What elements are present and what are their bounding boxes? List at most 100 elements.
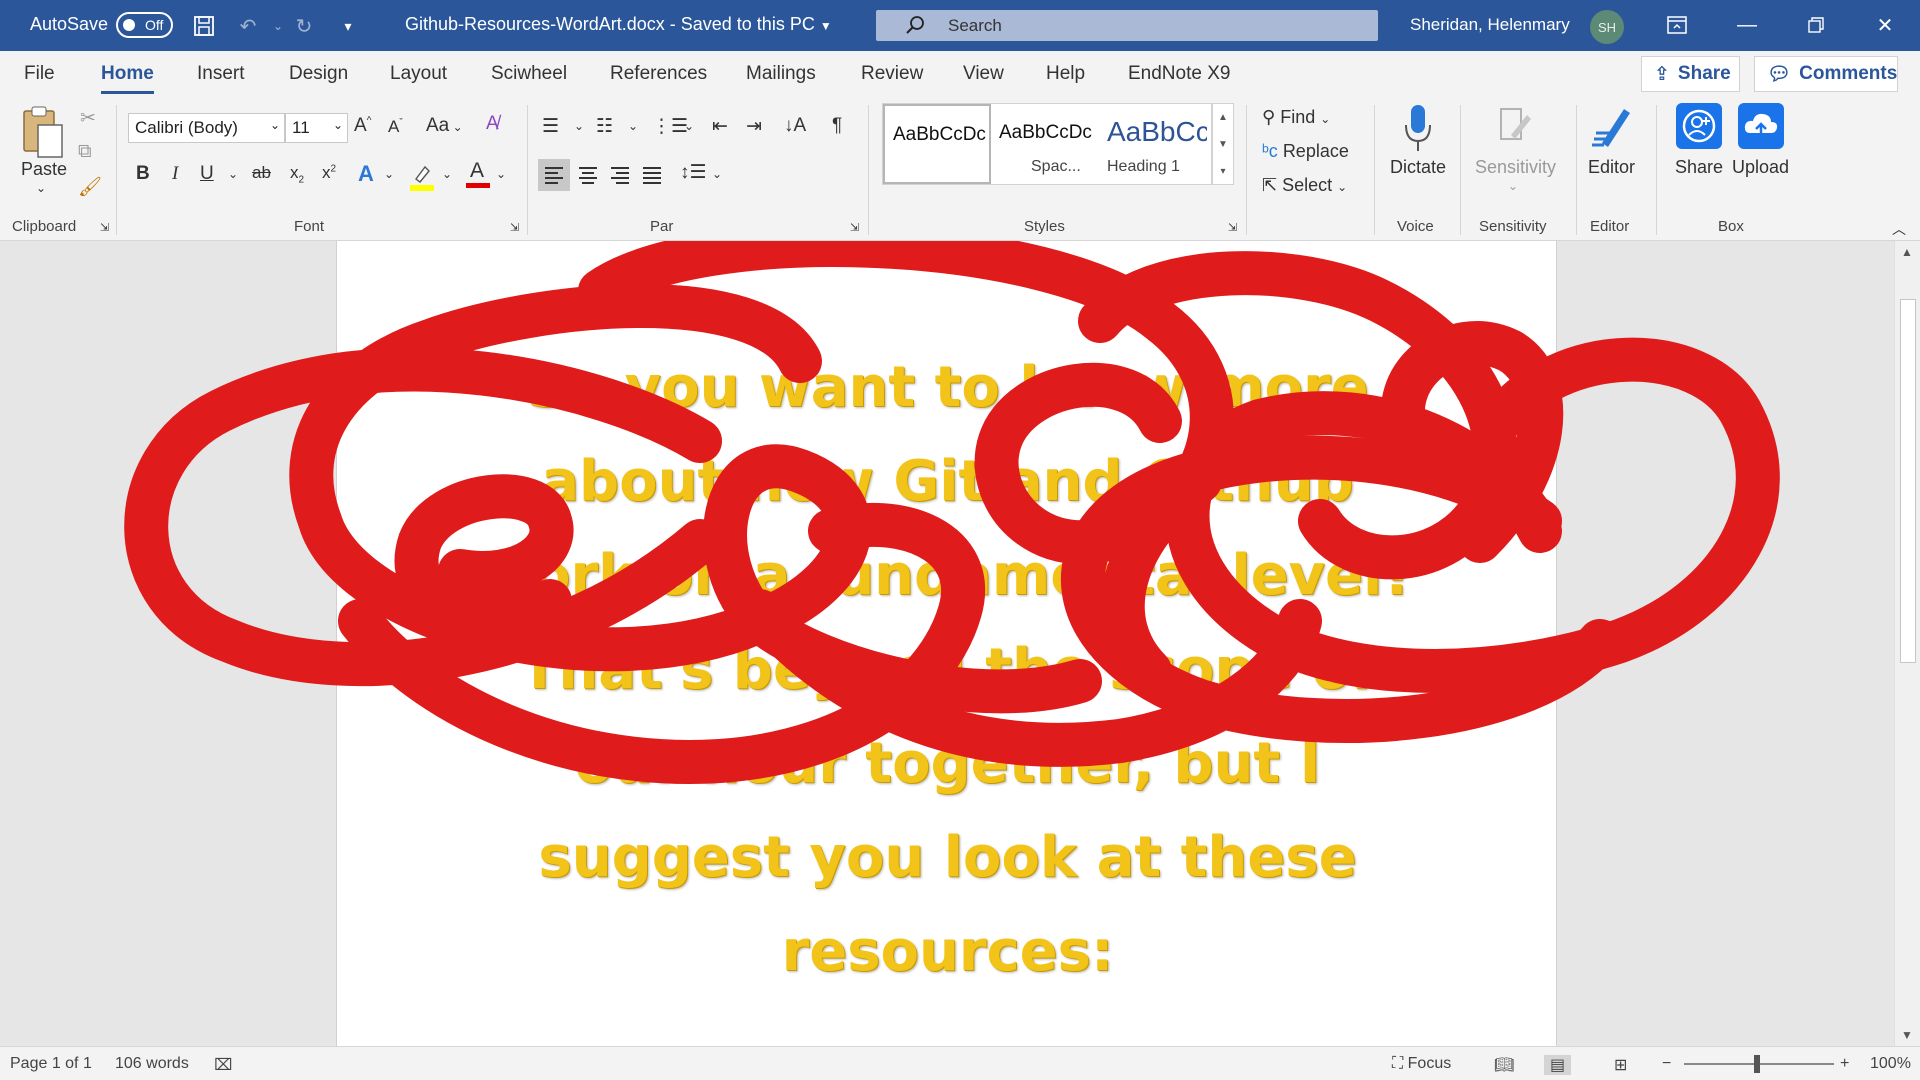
tab-review[interactable]: Review bbox=[861, 63, 923, 85]
font-color-dropdown-icon[interactable]: ⌄ bbox=[496, 167, 506, 181]
web-layout-icon[interactable]: ⊞ bbox=[1614, 1055, 1627, 1075]
sort-icon[interactable]: ↓A bbox=[784, 115, 806, 137]
tab-insert[interactable]: Insert bbox=[197, 63, 245, 85]
scroll-up-icon[interactable]: ▲ bbox=[1901, 245, 1913, 259]
scroll-down-icon[interactable]: ▼ bbox=[1901, 1028, 1913, 1042]
document-page[interactable]: So you want to know more about how Git a… bbox=[336, 241, 1557, 1046]
tab-view[interactable]: View bbox=[963, 63, 1004, 85]
restore-icon[interactable] bbox=[1793, 8, 1839, 42]
show-formatting-icon[interactable]: ¶ bbox=[832, 115, 842, 137]
read-mode-icon[interactable]: 📖︎ bbox=[1494, 1055, 1514, 1075]
box-share-button[interactable]: Share bbox=[1675, 157, 1723, 178]
tab-home[interactable]: Home bbox=[101, 63, 154, 94]
cut-icon[interactable]: ✂ bbox=[80, 107, 96, 130]
customize-toolbar-icon[interactable]: ▾ bbox=[334, 12, 362, 40]
sensitivity-dropdown-icon[interactable]: ⌄ bbox=[1508, 179, 1518, 193]
font-name-combo[interactable]: Calibri (Body) ⌄ bbox=[128, 113, 285, 143]
box-upload-button[interactable]: Upload bbox=[1732, 157, 1789, 178]
tab-endnote[interactable]: EndNote X9 bbox=[1128, 63, 1230, 85]
box-share-icon[interactable] bbox=[1676, 103, 1722, 149]
superscript-icon[interactable]: x2 bbox=[322, 163, 336, 183]
underline-dropdown-icon[interactable]: ⌄ bbox=[228, 167, 238, 181]
text-effects-icon[interactable]: A bbox=[358, 161, 374, 187]
dictate-button[interactable]: Dictate bbox=[1390, 157, 1446, 178]
scrollbar-thumb[interactable] bbox=[1900, 299, 1916, 663]
font-size-combo[interactable]: 11 ⌄ bbox=[285, 113, 348, 143]
styles-gallery[interactable]: AaBbCcDc AaBbCcDc Spac... AaBbCc Heading… bbox=[882, 103, 1212, 185]
sensitivity-icon[interactable] bbox=[1497, 105, 1533, 149]
align-center-icon[interactable] bbox=[572, 159, 604, 191]
styles-launcher-icon[interactable]: ⇲ bbox=[1228, 221, 1237, 234]
bullets-icon[interactable]: ☰ bbox=[542, 115, 559, 138]
vertical-scrollbar[interactable]: ▲ ▼ bbox=[1894, 241, 1920, 1046]
replace-button[interactable]: ᵇc Replace bbox=[1262, 141, 1349, 162]
avatar[interactable]: SH bbox=[1590, 10, 1624, 44]
undo-icon[interactable]: ↶ bbox=[234, 12, 262, 40]
align-left-icon[interactable] bbox=[538, 159, 570, 191]
multilevel-list-icon[interactable]: ⋮☰ bbox=[652, 115, 688, 138]
line-spacing-dropdown-icon[interactable]: ⌄ bbox=[712, 167, 722, 181]
increase-indent-icon[interactable]: ⇥ bbox=[746, 115, 762, 138]
highlight-icon[interactable] bbox=[410, 163, 434, 191]
font-launcher-icon[interactable]: ⇲ bbox=[510, 221, 519, 234]
style-heading-1[interactable]: AaBbCc Heading 1 bbox=[1099, 104, 1207, 184]
numbering-icon[interactable]: ☷ bbox=[596, 115, 613, 138]
document-area[interactable]: So you want to know more about how Git a… bbox=[0, 241, 1894, 1046]
document-title[interactable]: Github-Resources-WordArt.docx - Saved to… bbox=[405, 14, 832, 35]
clear-formatting-icon[interactable]: A̸ bbox=[486, 113, 499, 135]
subscript-icon[interactable]: x2 bbox=[290, 163, 304, 185]
sensitivity-button[interactable]: Sensitivity bbox=[1475, 157, 1556, 178]
undo-dropdown-icon[interactable]: ⌄ bbox=[264, 12, 292, 40]
tab-help[interactable]: Help bbox=[1046, 63, 1085, 85]
editor-icon[interactable] bbox=[1590, 103, 1636, 153]
change-case-button[interactable]: Aa ⌄ bbox=[426, 115, 463, 137]
comments-button[interactable]: 💬︎ Comments bbox=[1754, 56, 1898, 92]
text-effects-dropdown-icon[interactable]: ⌄ bbox=[384, 167, 394, 181]
minimize-icon[interactable]: — bbox=[1724, 8, 1770, 42]
copy-icon[interactable]: ⧉ bbox=[78, 141, 92, 163]
box-upload-icon[interactable] bbox=[1738, 103, 1784, 149]
tab-file[interactable]: File bbox=[24, 63, 55, 85]
tab-sciwheel[interactable]: Sciwheel bbox=[491, 63, 567, 85]
zoom-out-icon[interactable]: − bbox=[1662, 1055, 1671, 1073]
multilevel-dropdown-icon[interactable]: ⌄ bbox=[684, 119, 694, 133]
underline-icon[interactable]: U bbox=[200, 163, 214, 185]
bold-icon[interactable]: B bbox=[136, 163, 150, 185]
numbering-dropdown-icon[interactable]: ⌄ bbox=[628, 119, 638, 133]
clipboard-launcher-icon[interactable]: ⇲ bbox=[100, 221, 109, 234]
paste-dropdown-icon[interactable]: ⌄ bbox=[36, 181, 46, 195]
tab-references[interactable]: References bbox=[610, 63, 707, 85]
wordart-text[interactable]: So you want to know more about how Git a… bbox=[337, 341, 1558, 999]
search-box[interactable]: Search bbox=[876, 10, 1378, 41]
paste-button[interactable]: Paste bbox=[21, 159, 67, 180]
shrink-font-icon[interactable]: Aˇ bbox=[388, 117, 403, 137]
paste-icon[interactable] bbox=[20, 105, 64, 161]
styles-scroll[interactable]: ▲ ▼ ▾ bbox=[1212, 103, 1234, 185]
tab-mailings[interactable]: Mailings bbox=[746, 63, 816, 85]
style-no-spacing[interactable]: AaBbCcDc Spac... bbox=[991, 104, 1099, 184]
redo-icon[interactable]: ↻ bbox=[290, 12, 318, 40]
strikethrough-icon[interactable]: ab bbox=[252, 163, 271, 183]
paragraph-launcher-icon[interactable]: ⇲ bbox=[850, 221, 859, 234]
autosave-toggle[interactable]: Off bbox=[116, 12, 173, 38]
select-button[interactable]: ⇱ Select ⌄ bbox=[1262, 175, 1347, 196]
style-normal[interactable]: AaBbCcDc bbox=[883, 104, 991, 184]
editor-button[interactable]: Editor bbox=[1588, 157, 1635, 178]
proofing-icon[interactable]: ⌧ bbox=[214, 1055, 232, 1075]
justify-icon[interactable] bbox=[636, 159, 668, 191]
line-spacing-icon[interactable]: ↕☰ bbox=[680, 161, 707, 184]
dictate-microphone-icon[interactable] bbox=[1398, 103, 1438, 153]
page-count[interactable]: Page 1 of 1 bbox=[10, 1055, 92, 1073]
focus-button[interactable]: ⛶ Focus bbox=[1392, 1055, 1451, 1073]
decrease-indent-icon[interactable]: ⇤ bbox=[712, 115, 728, 138]
italic-icon[interactable]: I bbox=[172, 163, 178, 185]
ribbon-display-options-icon[interactable] bbox=[1654, 8, 1700, 42]
format-painter-icon[interactable]: 🖌︎ bbox=[78, 175, 102, 199]
tab-design[interactable]: Design bbox=[289, 63, 348, 85]
user-name[interactable]: Sheridan, Helenmary bbox=[1410, 15, 1570, 35]
grow-font-icon[interactable]: A^ bbox=[354, 115, 371, 137]
save-icon[interactable] bbox=[190, 12, 218, 40]
word-count[interactable]: 106 words bbox=[115, 1055, 189, 1073]
find-button[interactable]: ⚲ Find ⌄ bbox=[1262, 107, 1330, 128]
collapse-ribbon-icon[interactable]: ︿ bbox=[1892, 219, 1906, 239]
